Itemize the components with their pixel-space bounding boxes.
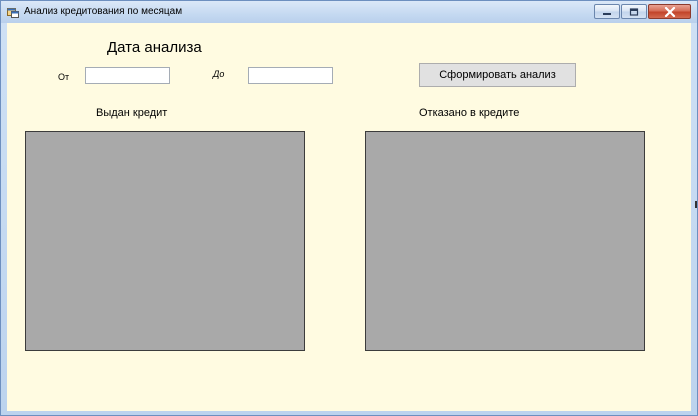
from-date-input[interactable] [85, 67, 170, 84]
caption-buttons [593, 4, 691, 20]
minimize-button[interactable] [594, 4, 620, 19]
credit-issued-label: Выдан кредит [96, 107, 168, 119]
form-client-area: Дата анализа От До Сформировать анализ В… [7, 23, 691, 411]
minimize-icon [603, 12, 611, 15]
resize-grip-mark[interactable] [695, 201, 697, 208]
window-title: Анализ кредитования по месяцам [24, 6, 183, 17]
generate-analysis-button[interactable]: Сформировать анализ [419, 63, 576, 87]
to-date-input[interactable] [248, 67, 333, 84]
app-window-icon[interactable] [7, 6, 19, 18]
maximize-button[interactable] [621, 4, 647, 19]
to-date-label: До [213, 69, 225, 79]
credit-rejected-label: Отказано в кредите [419, 107, 520, 119]
title-bar[interactable]: Анализ кредитования по месяцам [1, 1, 697, 23]
credit-issued-chart-area [25, 131, 305, 351]
app-window: Анализ кредитования по месяцам Дата анал… [0, 0, 698, 416]
from-date-label: От [58, 72, 70, 82]
analysis-date-heading: Дата анализа [107, 39, 202, 56]
credit-rejected-chart-area [365, 131, 645, 351]
maximize-icon [629, 7, 639, 16]
close-button[interactable] [648, 4, 691, 19]
close-icon [664, 6, 675, 17]
